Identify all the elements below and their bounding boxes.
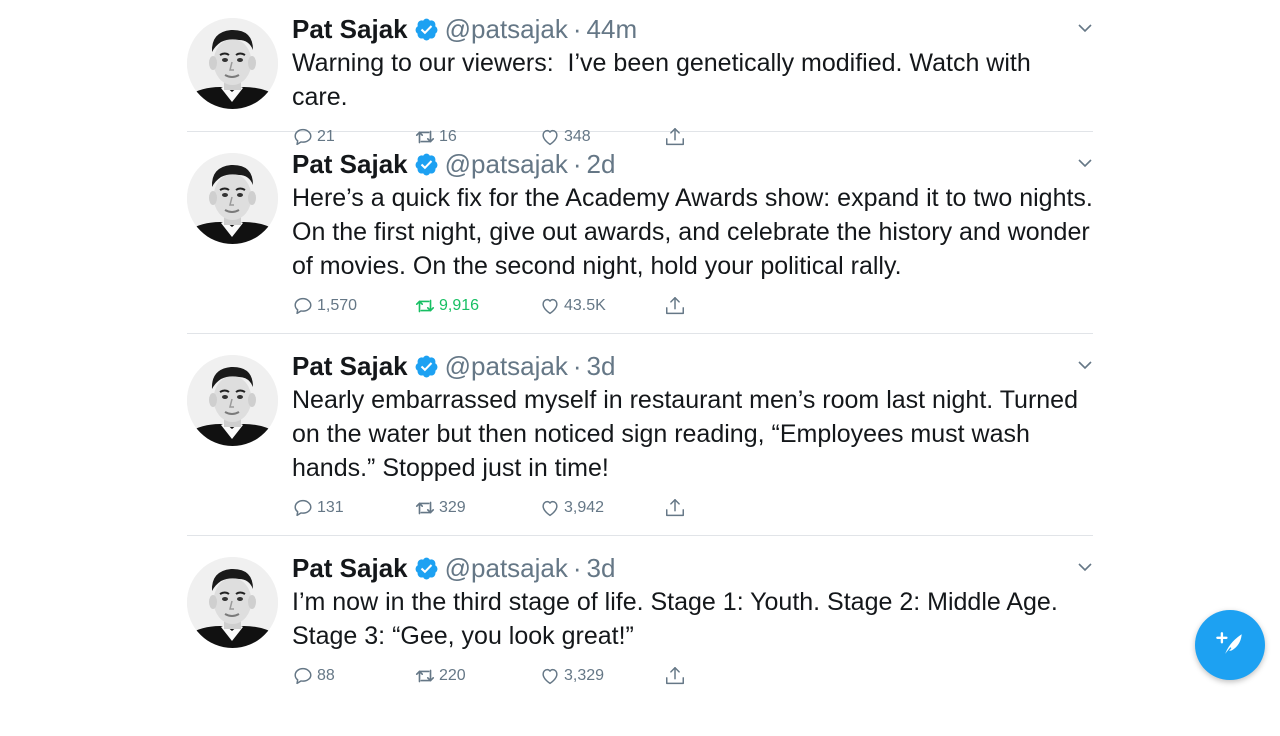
verified-badge-icon [414,152,439,177]
handle[interactable]: @patsajak [445,14,568,45]
display-name[interactable]: Pat Sajak [292,149,408,180]
retweet-icon [415,501,435,515]
tweet-actions: 131 329 3,942 [292,497,1093,521]
like-button[interactable]: 3,942 [539,497,604,519]
reply-count: 131 [317,499,344,516]
retweet-icon [415,299,435,313]
like-button[interactable]: 3,329 [539,665,604,687]
heart-icon [542,500,558,517]
tweet-text: Here’s a quick fix for the Academy Award… [292,184,1100,280]
tweet-content: Pat Sajak @patsajak · 3d Nearly embarras… [292,349,1093,521]
tweet-content: Pat Sajak @patsajak · 2d Here’s a quick … [292,147,1093,319]
reply-icon [294,499,312,517]
separator-dot: · [572,552,582,583]
like-count: 3,329 [564,667,605,684]
chevron-down-icon[interactable] [1077,559,1093,575]
tweet[interactable]: Pat Sajak @patsajak · 44m Warning to our… [187,0,1093,146]
avatar[interactable] [187,557,278,648]
avatar[interactable] [187,18,278,109]
timestamp[interactable]: 44m [587,14,638,45]
share-icon [666,297,684,315]
share-button[interactable] [664,295,689,317]
reply-button[interactable]: 88 [292,665,335,687]
separator-dot: · [572,13,582,44]
retweet-count: 9,916 [439,297,480,314]
tweet-header: Pat Sajak @patsajak · 2d [292,147,1093,181]
verified-badge-icon [414,17,439,42]
reply-count: 88 [317,667,335,684]
tweet-actions: 1,570 9,916 43.5K [292,295,1093,319]
reply-count: 1,570 [317,297,358,314]
tweet-text: I’m now in the third stage of life. Stag… [292,588,1065,650]
like-count: 3,942 [564,499,605,516]
retweet-button[interactable]: 329 [414,497,466,519]
reply-icon [294,297,312,315]
share-button[interactable] [664,497,689,519]
reply-icon [294,667,312,685]
retweet-button[interactable]: 220 [414,665,466,687]
display-name[interactable]: Pat Sajak [292,14,408,45]
heart-icon [542,668,558,685]
chevron-down-icon[interactable] [1077,357,1093,373]
tweet-text: Warning to our viewers: I’ve been geneti… [292,49,1038,111]
timeline-feed: Pat Sajak @patsajak · 44m Warning to our… [187,0,1093,736]
chevron-down-icon[interactable] [1077,155,1093,171]
reply-button[interactable]: 131 [292,497,344,519]
display-name[interactable]: Pat Sajak [292,351,408,382]
retweet-count: 329 [439,499,466,516]
tweet-header: Pat Sajak @patsajak · 3d [292,349,1093,383]
timestamp[interactable]: 2d [587,149,616,180]
tweet-text: Nearly embarrassed myself in restaurant … [292,386,1085,482]
timestamp[interactable]: 3d [587,553,616,584]
tweet[interactable]: Pat Sajak @patsajak · 2d Here’s a quick … [187,132,1093,334]
reply-button[interactable]: 1,570 [292,295,357,317]
like-count: 43.5K [564,297,606,314]
tweet-header: Pat Sajak @patsajak · 3d [292,551,1093,585]
display-name[interactable]: Pat Sajak [292,553,408,584]
tweet-content: Pat Sajak @patsajak · 3d I’m now in the … [292,551,1093,689]
retweet-count: 220 [439,667,466,684]
avatar[interactable] [187,153,278,244]
tweet-actions: 88 220 3,329 [292,665,1093,689]
timestamp[interactable]: 3d [587,351,616,382]
handle[interactable]: @patsajak [445,553,568,584]
avatar[interactable] [187,355,278,446]
heart-icon [542,298,558,315]
share-button[interactable] [664,665,689,687]
chevron-down-icon[interactable] [1077,20,1093,36]
verified-badge-icon [414,556,439,581]
tweet[interactable]: Pat Sajak @patsajak · 3d Nearly embarras… [187,334,1093,536]
tweet-header: Pat Sajak @patsajak · 44m [292,12,1093,46]
retweet-button[interactable]: 9,916 [414,295,479,317]
tweet[interactable]: Pat Sajak @patsajak · 3d I’m now in the … [187,536,1093,736]
separator-dot: · [572,148,582,179]
like-button[interactable]: 43.5K [539,295,606,317]
verified-badge-icon [414,354,439,379]
compose-tweet-icon [1216,632,1242,658]
share-icon [666,499,684,517]
share-icon [666,667,684,685]
handle[interactable]: @patsajak [445,351,568,382]
tweet-content: Pat Sajak @patsajak · 44m Warning to our… [292,12,1093,150]
separator-dot: · [572,350,582,381]
compose-tweet-button[interactable] [1195,610,1265,680]
retweet-icon [415,669,435,683]
handle[interactable]: @patsajak [445,149,568,180]
